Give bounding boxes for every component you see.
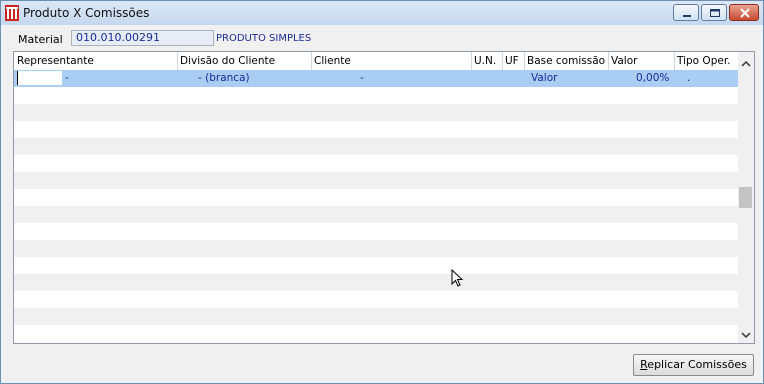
grid-header: Representante Divisão do Cliente Cliente… [14,52,739,71]
col-header-cliente[interactable]: Cliente [314,55,351,67]
edit-caret[interactable] [17,71,62,85]
commissions-grid[interactable]: Representante Divisão do Cliente Cliente… [13,51,755,344]
empty-row[interactable] [14,308,739,325]
material-label: Material [18,33,63,46]
empty-row[interactable] [14,172,739,189]
empty-row[interactable] [14,87,739,104]
empty-row[interactable] [14,257,739,274]
vertical-scrollbar[interactable] [738,52,754,343]
col-header-base-comissao[interactable]: Base comissão [527,55,605,67]
minimize-icon [683,15,691,17]
empty-row[interactable] [14,223,739,240]
close-button[interactable] [729,4,759,21]
scroll-thumb[interactable] [739,187,752,208]
cell-base-comissao: Valor [531,72,558,84]
close-icon [740,8,750,18]
col-header-tipo-oper[interactable]: Tipo Oper. [677,55,731,67]
maximize-icon [710,9,720,17]
titlebar[interactable]: Produto X Comissões [1,1,763,25]
empty-row[interactable] [14,155,739,172]
col-header-valor[interactable]: Valor [611,55,637,67]
empty-row[interactable] [14,291,739,308]
cell-cliente: - [360,72,364,84]
maximize-button[interactable] [701,4,727,21]
empty-row[interactable] [14,121,739,138]
scroll-up-icon[interactable] [738,56,754,72]
material-description: PRODUTO SIMPLES [216,33,312,44]
empty-row[interactable] [14,138,739,155]
cell-valor: 0,00% [636,72,670,84]
client-area: Material 010.010.00291 PRODUTO SIMPLES R… [4,25,760,380]
col-header-representante[interactable]: Representante [17,55,94,67]
material-code-field[interactable]: 010.010.00291 [71,30,214,46]
cell-tipo-oper: . [687,72,691,84]
empty-row[interactable] [14,240,739,257]
empty-row[interactable] [14,325,739,342]
empty-row[interactable] [14,206,739,223]
replicar-comissoes-button[interactable]: Replicar Comissões [633,354,754,376]
col-header-uf[interactable]: UF [505,55,519,67]
cell-representante: - [65,72,69,84]
scroll-down-icon[interactable] [738,327,754,343]
cell-divisao: - (branca) [198,72,250,84]
window: Produto X Comissões Material 010.010.002… [0,0,764,384]
col-header-un[interactable]: U.N. [474,55,496,67]
app-icon [5,5,19,21]
empty-row[interactable] [14,189,739,206]
table-row[interactable]: - - (branca) - Valor 0,00% . [14,70,739,87]
mouse-cursor-icon [451,269,464,287]
minimize-button[interactable] [673,4,699,21]
empty-row[interactable] [14,104,739,121]
window-title: Produto X Comissões [23,6,150,20]
empty-row[interactable] [14,274,739,291]
col-header-divisao[interactable]: Divisão do Cliente [180,55,275,67]
